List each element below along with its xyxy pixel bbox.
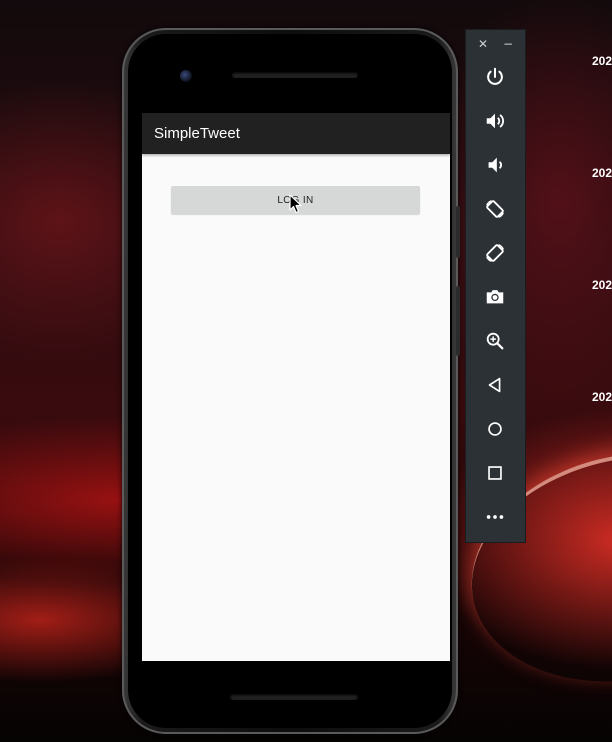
zoom-icon — [486, 332, 504, 350]
top-speaker — [232, 72, 358, 78]
app-title: SimpleTweet — [154, 125, 240, 142]
back-icon — [488, 377, 501, 393]
back-button[interactable] — [482, 372, 508, 398]
home-button[interactable] — [482, 416, 508, 442]
desktop-clock-label: 202 — [592, 390, 612, 404]
rotate-left-icon — [486, 200, 504, 218]
volume-up-icon — [486, 113, 504, 129]
emulator-toolbar: ✕ − — [465, 29, 526, 543]
overview-button[interactable] — [482, 460, 508, 486]
screenshot-button[interactable] — [482, 284, 508, 310]
desktop-clock-label: 202 — [592, 166, 612, 180]
power-icon — [487, 67, 503, 85]
bottom-speaker — [230, 694, 358, 700]
camera-icon — [486, 290, 504, 304]
mouse-cursor-icon — [289, 194, 302, 214]
app-bar: SimpleTweet — [142, 113, 450, 154]
minimize-icon[interactable]: − — [500, 36, 516, 52]
phone-bezel: SimpleTweet LOG IN — [128, 34, 452, 728]
overview-icon — [488, 466, 502, 480]
close-icon[interactable]: ✕ — [475, 36, 491, 52]
power-button[interactable] — [482, 64, 508, 90]
volume-side-button[interactable] — [456, 286, 460, 356]
app-screen: SimpleTweet LOG IN — [142, 113, 450, 661]
rotate-right-icon — [486, 244, 504, 262]
volume-up-button[interactable] — [482, 108, 508, 134]
more-icon — [486, 515, 504, 519]
front-camera — [180, 70, 192, 82]
zoom-button[interactable] — [482, 328, 508, 354]
toolbar-header: ✕ − — [466, 30, 525, 58]
rotate-left-button[interactable] — [482, 196, 508, 222]
rotate-right-button[interactable] — [482, 240, 508, 266]
phone-frame: SimpleTweet LOG IN — [122, 28, 460, 734]
more-button[interactable] — [482, 504, 508, 530]
desktop-clock-label: 202 — [592, 54, 612, 68]
home-icon — [488, 422, 502, 436]
volume-down-button[interactable] — [482, 152, 508, 178]
power-side-button[interactable] — [456, 206, 460, 258]
volume-down-icon — [488, 157, 502, 173]
desktop-clock-label: 202 — [592, 278, 612, 292]
desktop-background: 202 202 202 202 SimpleTweet LOG IN ✕ − — [0, 0, 612, 742]
